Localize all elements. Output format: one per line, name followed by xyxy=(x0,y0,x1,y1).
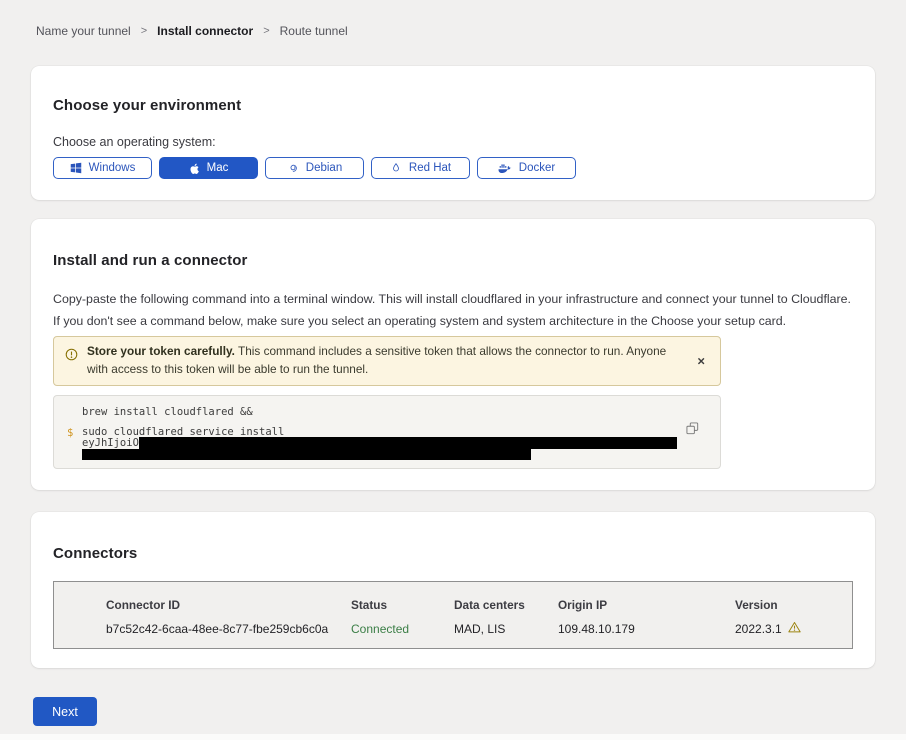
os-button-group: Windows Mac Debian Red Hat Docker xyxy=(53,157,853,179)
environment-card: Choose your environment Choose an operat… xyxy=(31,66,875,200)
breadcrumb-separator: > xyxy=(141,25,147,37)
warning-circle-icon xyxy=(65,348,78,378)
install-command-codeblock: $ brew install cloudflared && sudo cloud… xyxy=(53,395,721,469)
connector-id-value: b7c52c42-6caa-48ee-8c77-fbe259cb6c0a xyxy=(106,622,351,636)
breadcrumb-separator: > xyxy=(263,25,269,37)
os-button-docker[interactable]: Docker xyxy=(477,157,576,179)
column-version: Version xyxy=(735,598,852,612)
shell-prompt: $ xyxy=(67,427,73,439)
code-line-token-2 xyxy=(82,449,706,460)
install-card-description: Copy-paste the following command into a … xyxy=(53,289,851,332)
column-status: Status xyxy=(351,598,454,612)
breadcrumb-step-route-tunnel[interactable]: Route tunnel xyxy=(280,24,348,38)
os-button-windows[interactable]: Windows xyxy=(53,157,152,179)
environment-card-title: Choose your environment xyxy=(53,97,853,114)
os-button-label: Mac xyxy=(207,162,229,174)
copy-icon[interactable] xyxy=(684,420,701,440)
os-button-mac[interactable]: Mac xyxy=(159,157,258,179)
os-button-label: Red Hat xyxy=(409,162,451,174)
code-line-brew: brew install cloudflared && xyxy=(82,407,706,418)
token-warning-banner: Store your token carefully. This command… xyxy=(53,336,721,385)
os-button-label: Debian xyxy=(306,162,342,174)
warning-message: Store your token carefully. This command… xyxy=(87,343,679,378)
version-number: 2022.3.1 xyxy=(735,622,782,636)
connectors-card-title: Connectors xyxy=(53,545,853,562)
redacted-token-bar xyxy=(139,437,677,449)
debian-icon xyxy=(287,162,299,174)
connectors-card: Connectors Connector ID Status Data cent… xyxy=(31,512,875,668)
redacted-token-bar xyxy=(82,449,531,460)
origin-ip-value: 109.48.10.179 xyxy=(558,622,735,636)
version-value: 2022.3.1 xyxy=(735,621,852,636)
breadcrumb-step-name-tunnel[interactable]: Name your tunnel xyxy=(36,24,131,38)
data-centers-value: MAD, LIS xyxy=(454,622,558,636)
breadcrumb: Name your tunnel > Install connector > R… xyxy=(0,0,906,37)
code-line-token: eyJhIjoiO xyxy=(82,438,706,449)
breadcrumb-step-install-connector[interactable]: Install connector xyxy=(157,24,253,38)
install-card-title: Install and run a connector xyxy=(53,252,853,269)
redhat-icon xyxy=(390,162,402,174)
os-button-debian[interactable]: Debian xyxy=(265,157,364,179)
warning-triangle-icon xyxy=(788,621,801,636)
table-row: b7c52c42-6caa-48ee-8c77-fbe259cb6c0a Con… xyxy=(106,621,852,636)
status-badge: Connected xyxy=(351,622,454,636)
token-prefix: eyJhIjoiO xyxy=(82,437,139,449)
install-connector-card: Install and run a connector Copy-paste t… xyxy=(31,219,875,490)
os-button-label: Docker xyxy=(519,162,555,174)
bottom-strip xyxy=(0,734,906,740)
column-origin-ip: Origin IP xyxy=(558,598,735,612)
column-connector-id: Connector ID xyxy=(106,598,351,612)
apple-icon xyxy=(189,162,200,175)
warning-message-bold: Store your token carefully. xyxy=(87,344,235,358)
close-icon[interactable]: × xyxy=(693,353,709,370)
connectors-table: Connector ID Status Data centers Origin … xyxy=(53,581,853,649)
windows-icon xyxy=(70,162,82,174)
next-button[interactable]: Next xyxy=(33,697,97,726)
column-data-centers: Data centers xyxy=(454,598,558,612)
connectors-table-header: Connector ID Status Data centers Origin … xyxy=(106,598,852,612)
os-select-label: Choose an operating system: xyxy=(53,135,853,149)
os-button-redhat[interactable]: Red Hat xyxy=(371,157,470,179)
os-button-label: Windows xyxy=(89,162,136,174)
docker-icon xyxy=(498,163,512,174)
